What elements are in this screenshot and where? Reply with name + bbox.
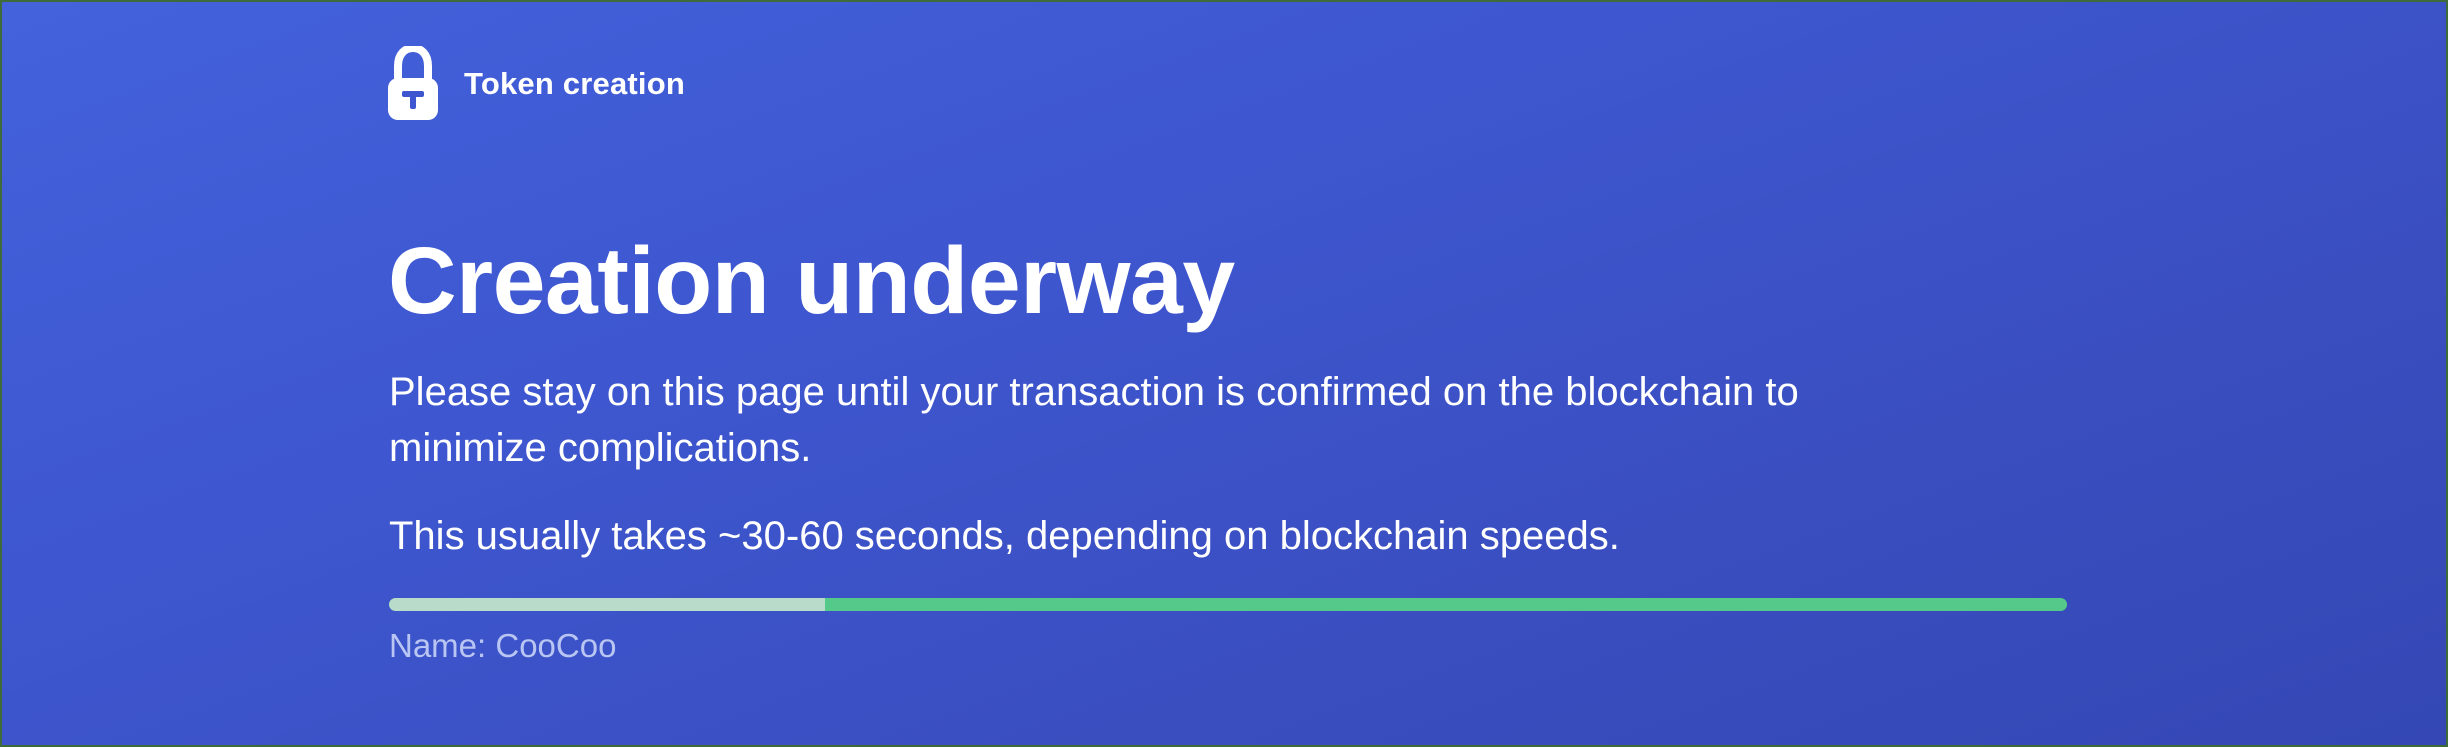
progress-bar-fill (389, 598, 826, 611)
creation-progress-bar (389, 598, 2067, 611)
app-title: Token creation (464, 65, 685, 101)
padlock-t-icon (388, 46, 438, 120)
progress-bar-remaining (825, 598, 2067, 611)
token-name-label: Name: CooCoo (389, 627, 617, 664)
timing-note: This usually takes ~30-60 seconds, depen… (389, 514, 1620, 558)
token-creation-page: Token creation Creation underway Please … (0, 0, 2448, 747)
instruction-text: Please stay on this page until your tran… (389, 370, 1799, 470)
page-title: Creation underway (388, 228, 1235, 334)
page-header: Token creation (388, 44, 685, 122)
